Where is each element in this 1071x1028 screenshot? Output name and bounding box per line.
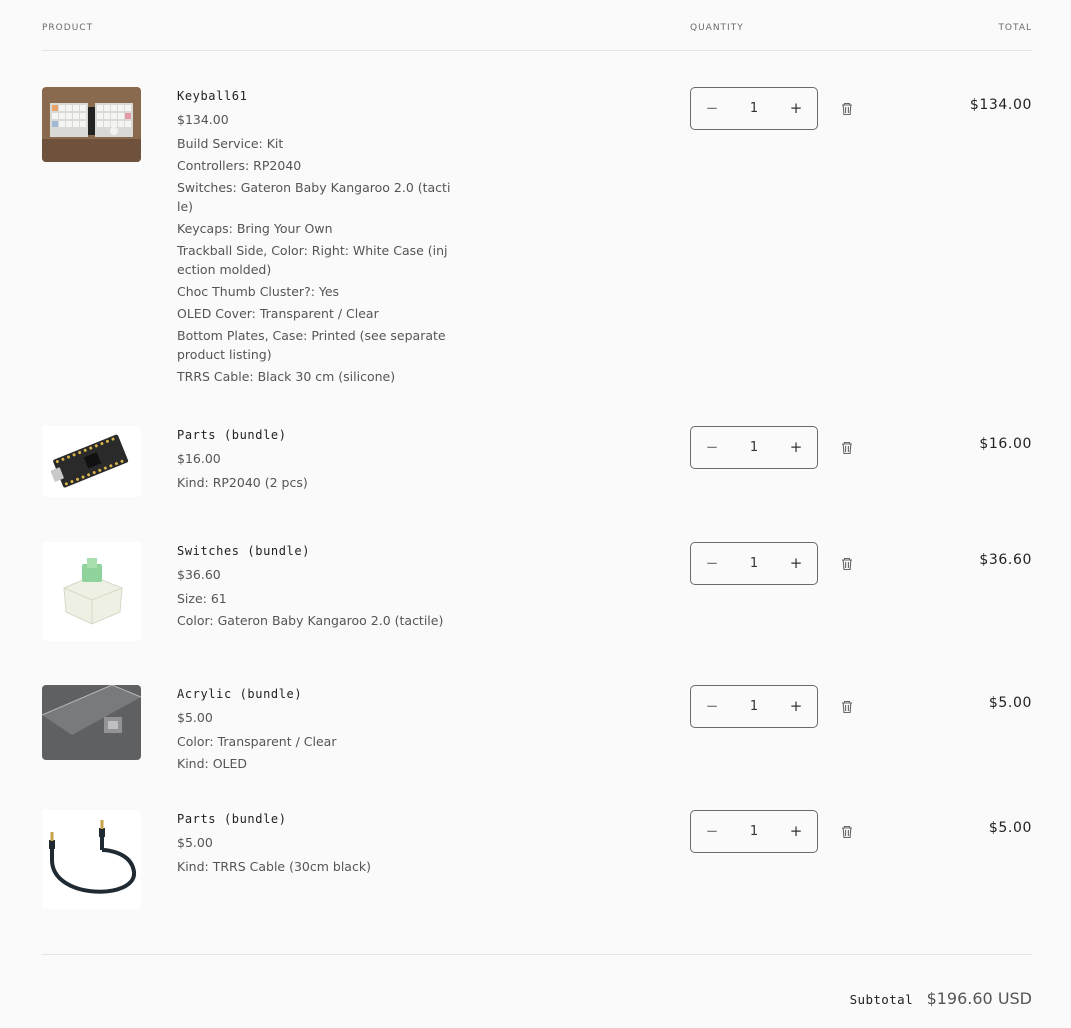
trash-icon[interactable]	[840, 102, 854, 116]
header-product: Product	[42, 23, 94, 33]
quantity-input[interactable]: 1	[733, 543, 775, 584]
item-price: $16.00	[177, 451, 221, 466]
quantity-stepper: − 1 +	[690, 685, 818, 728]
quantity-stepper: − 1 +	[690, 426, 818, 469]
product-image-keyboard[interactable]	[42, 87, 141, 162]
item-option: Switches: Gateron Baby Kangaroo 2.0 (tac…	[177, 180, 451, 214]
minus-icon[interactable]: −	[691, 88, 733, 129]
plus-icon[interactable]: +	[775, 427, 817, 468]
plus-icon[interactable]: +	[775, 811, 817, 852]
item-option: Bottom Plates, Case: Printed (see separa…	[177, 328, 446, 362]
header-total: Total	[998, 23, 1032, 33]
item-option: Build Service: Kit	[177, 136, 284, 151]
product-image-trrs[interactable]	[42, 810, 141, 909]
line-total: $134.00	[969, 97, 1032, 113]
line-total: $5.00	[988, 695, 1032, 711]
trash-icon[interactable]	[840, 441, 854, 455]
item-price: $36.60	[177, 567, 221, 582]
quantity-input[interactable]: 1	[733, 811, 775, 852]
item-details: Parts (bundle) $16.00 Kind: RP2040 (2 pc…	[177, 426, 452, 495]
item-title[interactable]: Parts (bundle)	[177, 427, 452, 443]
quantity-input[interactable]: 1	[733, 686, 775, 727]
minus-icon[interactable]: −	[691, 427, 733, 468]
subtotal-label: Subtotal	[849, 992, 913, 1007]
line-total: $5.00	[988, 820, 1032, 836]
item-details: Acrylic (bundle) $5.00 Color: Transparen…	[177, 685, 452, 776]
keyboard-photo	[42, 87, 141, 162]
item-option: Choc Thumb Cluster?: Yes	[177, 284, 340, 299]
product-image-rp2040[interactable]	[42, 426, 141, 497]
trash-icon[interactable]	[840, 700, 854, 714]
rp2040-board-photo	[42, 426, 141, 497]
trash-icon[interactable]	[840, 557, 854, 571]
product-image-switch[interactable]	[42, 542, 141, 641]
item-option: TRRS Cable: Black 30 cm (silicone)	[177, 369, 396, 384]
plus-icon[interactable]: +	[775, 686, 817, 727]
item-details: Keyball61 $134.00 Build Service: Kit Con…	[177, 87, 452, 389]
item-details: Parts (bundle) $5.00 Kind: TRRS Cable (3…	[177, 810, 452, 879]
item-details: Switches (bundle) $36.60 Size: 61 Color:…	[177, 542, 452, 633]
quantity-stepper: − 1 +	[690, 810, 818, 853]
trash-icon[interactable]	[840, 825, 854, 839]
quantity-stepper: − 1 +	[690, 542, 818, 585]
header-quantity: Quantity	[690, 23, 744, 33]
item-option: Trackball Side, Color: Right: White Case…	[177, 243, 448, 277]
item-option: Kind: OLED	[177, 756, 248, 771]
item-title[interactable]: Keyball61	[177, 88, 452, 104]
item-option: Keycaps: Bring Your Own	[177, 221, 333, 236]
minus-icon[interactable]: −	[691, 811, 733, 852]
item-price: $134.00	[177, 112, 229, 127]
acrylic-photo	[42, 685, 141, 760]
switch-photo	[42, 542, 141, 641]
line-total: $16.00	[979, 436, 1032, 452]
item-option: Kind: RP2040 (2 pcs)	[177, 475, 308, 490]
plus-icon[interactable]: +	[775, 543, 817, 584]
quantity-input[interactable]: 1	[733, 427, 775, 468]
item-title[interactable]: Parts (bundle)	[177, 811, 452, 827]
quantity-stepper: − 1 +	[690, 87, 818, 130]
item-option: Color: Transparent / Clear	[177, 734, 337, 749]
subtotal-divider	[42, 954, 1032, 955]
item-title[interactable]: Acrylic (bundle)	[177, 686, 452, 702]
item-option: OLED Cover: Transparent / Clear	[177, 306, 379, 321]
quantity-input[interactable]: 1	[733, 88, 775, 129]
plus-icon[interactable]: +	[775, 88, 817, 129]
item-price: $5.00	[177, 710, 213, 725]
item-title[interactable]: Switches (bundle)	[177, 543, 452, 559]
trrs-cable-photo	[42, 810, 141, 909]
product-image-acrylic[interactable]	[42, 685, 141, 760]
item-price: $5.00	[177, 835, 213, 850]
item-option: Kind: TRRS Cable (30cm black)	[177, 859, 371, 874]
item-option: Controllers: RP2040	[177, 158, 302, 173]
minus-icon[interactable]: −	[691, 543, 733, 584]
subtotal-value: $196.60 USD	[926, 989, 1032, 1008]
item-option: Size: 61	[177, 591, 227, 606]
line-total: $36.60	[979, 552, 1032, 568]
item-option: Color: Gateron Baby Kangaroo 2.0 (tactil…	[177, 613, 444, 628]
minus-icon[interactable]: −	[691, 686, 733, 727]
cart-table-header: Product Quantity Total	[42, 0, 1032, 51]
